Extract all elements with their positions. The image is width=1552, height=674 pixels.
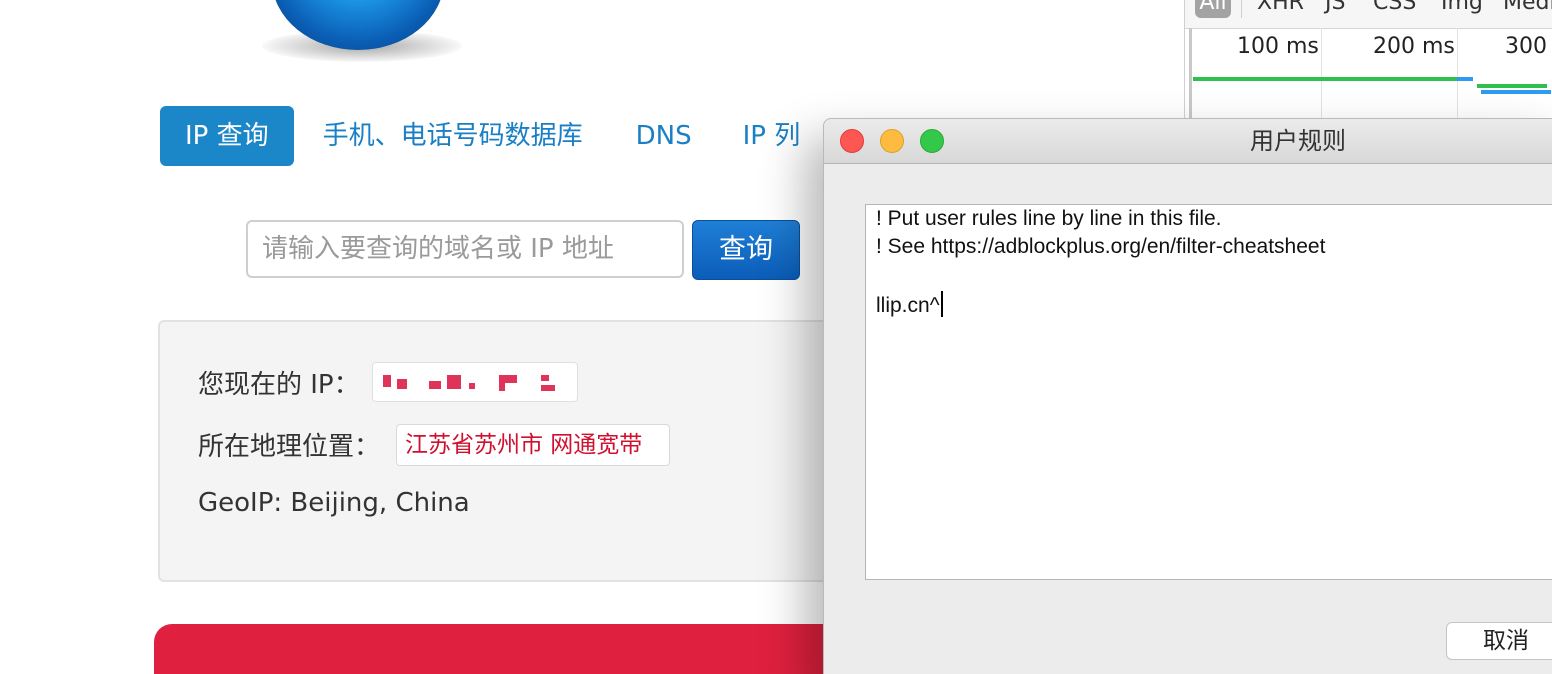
text-caret [940,291,943,317]
domain-ip-search-input[interactable] [246,220,684,278]
geoip-text: GeoIP: Beijing, China [198,488,470,518]
timeline-tick-100ms: 100 ms [1237,34,1319,59]
location-value: 江苏省苏州市 网通宽带 [396,424,670,466]
timeline-bar [1193,77,1473,81]
timeline-bar [1477,84,1547,88]
redaction-block [397,379,407,389]
editor-line: ! See https://adblockplus.org/en/filter-… [876,235,1326,258]
dialog-titlebar[interactable]: 用户规则 [824,119,1552,164]
filter-xhr[interactable]: XHR [1257,0,1304,15]
filter-js[interactable]: JS [1325,0,1345,15]
redaction-block [499,383,505,391]
window-minimize-button[interactable] [880,129,904,153]
timeline-gridline [1189,28,1192,120]
window-zoom-button[interactable] [920,129,944,153]
location-label: 所在地理位置： [198,432,381,462]
redaction-block [447,375,461,389]
editor-line-text: llip.cn^ [876,294,940,317]
nav-tab-ip-list[interactable]: IP 列 [718,106,827,166]
timeline-tick-200ms: 200 ms [1373,34,1455,59]
nav-tab-dns[interactable]: DNS [611,106,718,166]
user-rules-dialog: 用户规则 ! Put user rules line by line in th… [823,118,1552,674]
editor-line-current: llip.cn^ [876,291,943,318]
current-ip-value-redacted [372,362,578,402]
filter-separator [1241,0,1242,18]
screen: IP 查询 手机、电话号码数据库 DNS IP 列 查询 您现在的 IP： 所在… [0,0,1552,674]
user-rules-editor[interactable]: ! Put user rules line by line in this fi… [865,204,1552,580]
cancel-button[interactable]: 取消 [1446,622,1552,660]
filter-css[interactable]: CSS [1373,0,1416,15]
redaction-block [499,375,517,383]
window-close-button[interactable] [840,129,864,153]
query-button[interactable]: 查询 [692,220,800,280]
main-nav: IP 查询 手机、电话号码数据库 DNS IP 列 [160,106,826,166]
timeline-bar [1457,77,1473,81]
nav-tab-ip-query[interactable]: IP 查询 [160,106,294,166]
nav-tab-phone-database[interactable]: 手机、电话号码数据库 [294,106,611,166]
editor-line: ! Put user rules line by line in this fi… [876,207,1222,230]
timeline-gridline [1321,28,1322,120]
filter-media[interactable]: Medi [1503,0,1552,15]
devtools-network-panel: All XHR JS CSS Img Medi 100 ms 200 ms 30… [1184,0,1552,120]
timeline-tick-300ms: 300 [1505,34,1547,59]
redaction-block [383,375,391,387]
network-filter-bar: All XHR JS CSS Img Medi [1185,0,1552,29]
timeline-bar [1481,90,1551,94]
redaction-block [429,381,441,389]
filter-img[interactable]: Img [1441,0,1483,15]
dialog-title: 用户规则 [1250,127,1346,155]
redaction-block [541,385,555,391]
promo-banner [154,624,874,674]
redaction-block [541,375,549,381]
current-ip-label: 您现在的 IP： [198,370,360,400]
ip-info-panel: 您现在的 IP： 所在地理位置： 江苏省苏州市 网通宽带 GeoIP: Beij… [158,320,858,582]
redaction-block [469,383,475,389]
filter-all[interactable]: All [1195,0,1231,18]
timeline-gridline [1457,28,1458,120]
